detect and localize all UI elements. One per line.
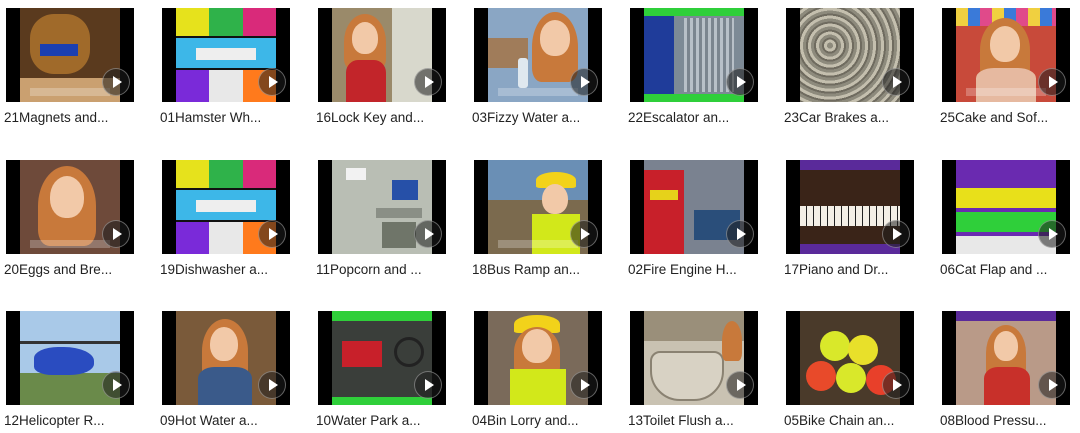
video-thumbnail[interactable]	[162, 160, 290, 254]
video-thumbnail[interactable]	[162, 311, 290, 405]
video-thumbnail[interactable]	[630, 160, 758, 254]
video-tile[interactable]: 11Popcorn and ...	[312, 154, 452, 282]
video-tile[interactable]: 12Helicopter R...	[0, 305, 140, 433]
play-icon[interactable]	[882, 371, 910, 399]
video-tile[interactable]: 04Bin Lorry and...	[468, 305, 608, 433]
play-icon[interactable]	[882, 68, 910, 96]
video-title[interactable]: 18Bus Ramp an...	[472, 262, 606, 277]
video-tile[interactable]: 09Hot Water a...	[156, 305, 296, 433]
video-title[interactable]: 20Eggs and Bre...	[4, 262, 138, 277]
video-title[interactable]: 11Popcorn and ...	[316, 262, 450, 277]
video-tile[interactable]: 06Cat Flap and ...	[936, 154, 1076, 282]
video-title[interactable]: 09Hot Water a...	[160, 413, 294, 428]
video-tile[interactable]: 17Piano and Dr...	[780, 154, 920, 282]
video-title[interactable]: 23Car Brakes a...	[784, 110, 918, 125]
video-tile[interactable]: 16Lock Key and...	[312, 2, 452, 130]
video-title[interactable]: 13Toilet Flush a...	[628, 413, 762, 428]
play-icon[interactable]	[726, 68, 754, 96]
video-thumbnail[interactable]	[474, 311, 602, 405]
play-icon[interactable]	[570, 220, 598, 248]
play-icon[interactable]	[414, 68, 442, 96]
video-tile[interactable]: 03Fizzy Water a...	[468, 2, 608, 130]
play-icon[interactable]	[258, 220, 286, 248]
play-icon[interactable]	[1038, 371, 1066, 399]
video-tile[interactable]: 10Water Park a...	[312, 305, 452, 433]
video-thumbnail[interactable]	[942, 160, 1070, 254]
video-tile[interactable]: 02Fire Engine H...	[624, 154, 764, 282]
play-icon[interactable]	[726, 220, 754, 248]
video-tile[interactable]: 21Magnets and...	[0, 2, 140, 130]
play-icon[interactable]	[1038, 220, 1066, 248]
video-thumbnail[interactable]	[786, 160, 914, 254]
video-title[interactable]: 12Helicopter R...	[4, 413, 138, 428]
video-title[interactable]: 25Cake and Sof...	[940, 110, 1074, 125]
play-icon[interactable]	[882, 220, 910, 248]
video-tile[interactable]: 19Dishwasher a...	[156, 154, 296, 282]
play-icon[interactable]	[258, 371, 286, 399]
play-icon[interactable]	[414, 220, 442, 248]
video-thumbnail[interactable]	[786, 8, 914, 102]
video-title[interactable]: 03Fizzy Water a...	[472, 110, 606, 125]
video-title[interactable]: 06Cat Flap and ...	[940, 262, 1074, 277]
play-icon[interactable]	[102, 220, 130, 248]
video-tile[interactable]: 22Escalator an...	[624, 2, 764, 130]
video-title[interactable]: 02Fire Engine H...	[628, 262, 762, 277]
video-tile[interactable]: 05Bike Chain an...	[780, 305, 920, 433]
video-thumbnail[interactable]	[942, 311, 1070, 405]
video-thumbnail[interactable]	[630, 8, 758, 102]
video-thumbnail[interactable]	[630, 311, 758, 405]
video-tile[interactable]: 25Cake and Sof...	[936, 2, 1076, 130]
video-thumbnail[interactable]	[318, 160, 446, 254]
video-title[interactable]: 10Water Park a...	[316, 413, 450, 428]
video-title[interactable]: 04Bin Lorry and...	[472, 413, 606, 428]
video-thumbnail[interactable]	[474, 8, 602, 102]
video-thumbnail[interactable]	[6, 311, 134, 405]
play-icon[interactable]	[570, 68, 598, 96]
video-title[interactable]: 17Piano and Dr...	[784, 262, 918, 277]
video-title[interactable]: 22Escalator an...	[628, 110, 762, 125]
video-thumbnail[interactable]	[942, 8, 1070, 102]
video-thumbnail[interactable]	[318, 311, 446, 405]
video-title[interactable]: 08Blood Pressu...	[940, 413, 1074, 428]
video-thumbnail[interactable]	[162, 8, 290, 102]
video-tile[interactable]: 20Eggs and Bre...	[0, 154, 140, 282]
play-icon[interactable]	[1038, 68, 1066, 96]
video-title[interactable]: 01Hamster Wh...	[160, 110, 294, 125]
video-tile[interactable]: 01Hamster Wh...	[156, 2, 296, 130]
video-thumbnail[interactable]	[318, 8, 446, 102]
video-title[interactable]: 21Magnets and...	[4, 110, 138, 125]
video-tile[interactable]: 18Bus Ramp an...	[468, 154, 608, 282]
video-thumbnail[interactable]	[474, 160, 602, 254]
play-icon[interactable]	[102, 371, 130, 399]
play-icon[interactable]	[258, 68, 286, 96]
play-icon[interactable]	[414, 371, 442, 399]
video-thumbnail[interactable]	[6, 160, 134, 254]
video-thumbnail-grid: 21Magnets and... 01Hamster Wh... 16Lock …	[0, 0, 1080, 431]
video-title[interactable]: 19Dishwasher a...	[160, 262, 294, 277]
play-icon[interactable]	[726, 371, 754, 399]
video-tile[interactable]: 08Blood Pressu...	[936, 305, 1076, 433]
play-icon[interactable]	[102, 68, 130, 96]
play-icon[interactable]	[570, 371, 598, 399]
video-tile[interactable]: 13Toilet Flush a...	[624, 305, 764, 433]
video-tile[interactable]: 23Car Brakes a...	[780, 2, 920, 130]
video-thumbnail[interactable]	[6, 8, 134, 102]
video-thumbnail[interactable]	[786, 311, 914, 405]
video-title[interactable]: 16Lock Key and...	[316, 110, 450, 125]
video-title[interactable]: 05Bike Chain an...	[784, 413, 918, 428]
